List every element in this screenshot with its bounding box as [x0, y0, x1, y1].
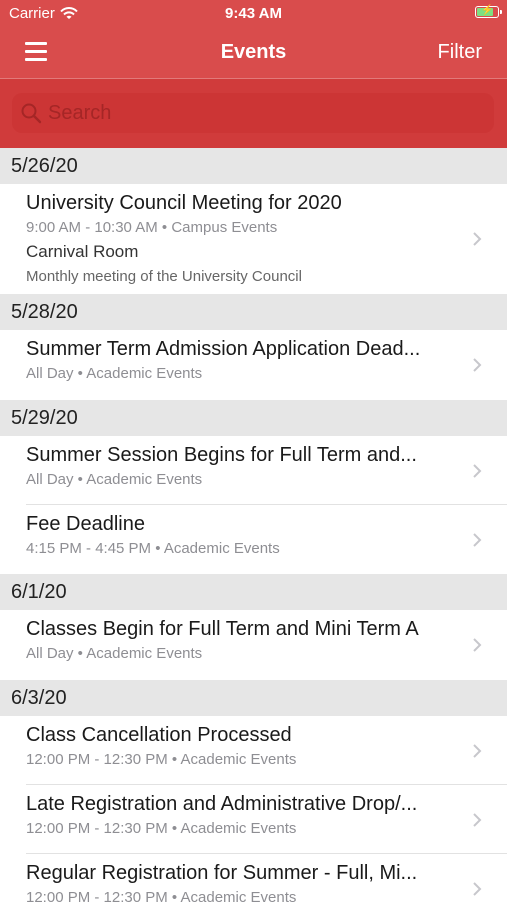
event-row[interactable]: Classes Begin for Full Term and Mini Ter…	[0, 610, 507, 680]
search-bar	[0, 79, 507, 148]
event-row[interactable]: Fee Deadline 4:15 PM - 4:45 PM • Academi…	[0, 505, 507, 574]
chevron-right-icon	[473, 358, 482, 372]
event-title: Summer Term Admission Application Dead..…	[26, 338, 421, 360]
header: Carrier 9:43 AM ⚡ Events Filter	[0, 0, 507, 148]
event-title: Late Registration and Administrative Dro…	[26, 793, 418, 815]
event-title: Classes Begin for Full Term and Mini Ter…	[26, 618, 419, 640]
event-meta: 12:00 PM - 12:30 PM • Academic Events	[26, 889, 297, 906]
search-field[interactable]	[12, 93, 494, 133]
event-row[interactable]: Class Cancellation Processed 12:00 PM - …	[0, 716, 507, 785]
chevron-right-icon	[473, 532, 482, 547]
event-meta: 4:15 PM - 4:45 PM • Academic Events	[26, 540, 280, 557]
event-title: Summer Session Begins for Full Term and.…	[26, 444, 417, 466]
search-input[interactable]	[46, 100, 480, 126]
section-header-date: 5/26/20	[0, 148, 507, 184]
chevron-right-icon	[473, 812, 482, 827]
event-meta: 12:00 PM - 12:30 PM • Academic Events	[26, 751, 297, 768]
event-row[interactable]: Late Registration and Administrative Dro…	[0, 785, 507, 854]
chevron-right-icon	[473, 232, 482, 246]
navigation-bar: Events Filter	[0, 28, 507, 78]
event-row[interactable]: Summer Session Begins for Full Term and.…	[0, 436, 507, 505]
event-row[interactable]: University Council Meeting for 2020 9:00…	[0, 184, 507, 294]
chevron-right-icon	[473, 463, 482, 478]
event-title: Fee Deadline	[26, 513, 145, 535]
event-title: Class Cancellation Processed	[26, 724, 292, 746]
events-list: 5/26/20 University Council Meeting for 2…	[0, 148, 507, 923]
event-title: Regular Registration for Summer - Full, …	[26, 862, 418, 884]
event-row[interactable]: Summer Term Admission Application Dead..…	[0, 330, 507, 400]
status-bar: Carrier 9:43 AM ⚡	[0, 0, 507, 28]
section-header-date: 6/3/20	[0, 680, 507, 716]
search-icon	[21, 103, 42, 124]
page-title: Events	[220, 41, 287, 63]
event-meta: All Day • Academic Events	[26, 471, 203, 488]
section-header-date: 5/28/20	[0, 294, 507, 330]
event-meta: All Day • Academic Events	[26, 645, 203, 662]
event-meta: 12:00 PM - 12:30 PM • Academic Events	[26, 820, 297, 837]
event-meta: 9:00 AM - 10:30 AM • Campus Events	[26, 219, 278, 236]
event-row[interactable]: Regular Registration for Summer - Full, …	[0, 854, 507, 923]
section-header-date: 6/1/20	[0, 574, 507, 610]
chevron-right-icon	[473, 881, 482, 896]
event-meta: All Day • Academic Events	[26, 365, 203, 382]
status-time: 9:43 AM	[225, 5, 282, 22]
chevron-right-icon	[473, 638, 482, 652]
chevron-right-icon	[473, 743, 482, 758]
filter-button[interactable]: Filter	[438, 41, 482, 64]
event-description: Monthly meeting of the University Counci…	[26, 268, 302, 285]
battery-icon: ⚡	[475, 5, 502, 18]
section-header-date: 5/29/20	[0, 400, 507, 436]
event-title: University Council Meeting for 2020	[26, 192, 342, 214]
event-location: Carnival Room	[26, 242, 139, 261]
